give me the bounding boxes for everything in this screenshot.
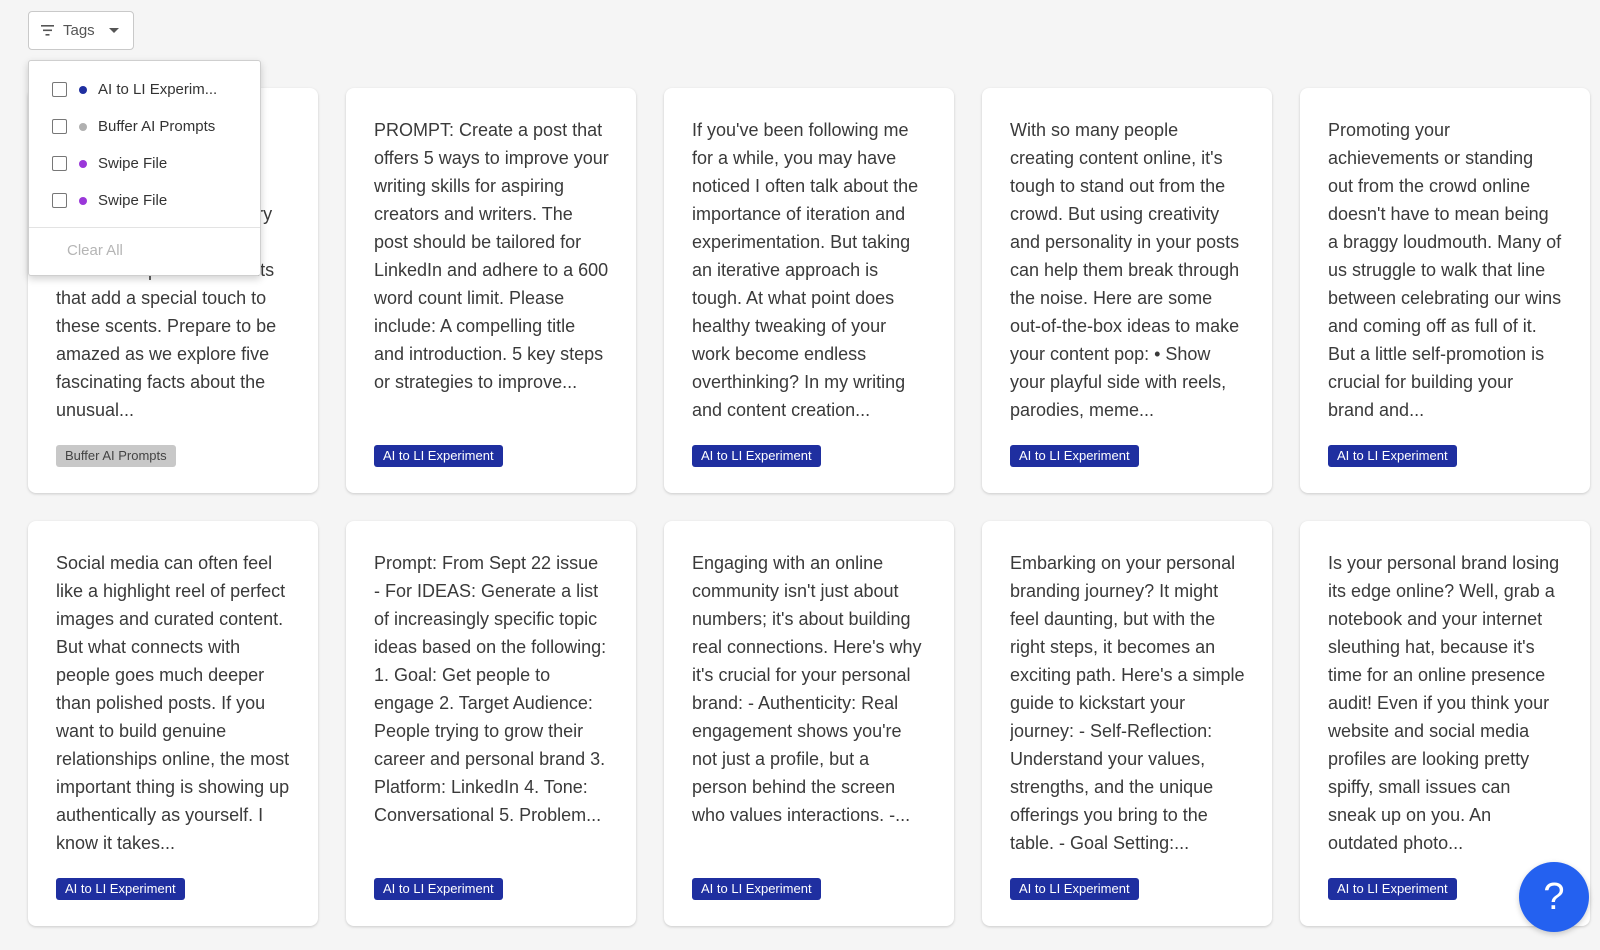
tag-checkbox[interactable] <box>52 156 67 171</box>
tag-checkbox[interactable] <box>52 119 67 134</box>
question-mark-icon: ? <box>1543 875 1565 918</box>
card-tag: Buffer AI Prompts <box>56 445 176 467</box>
content-card[interactable]: Social media can often feel like a highl… <box>28 521 318 926</box>
help-button[interactable]: ? <box>1519 862 1589 932</box>
tags-dropdown-menu: AI to LI Experim... Buffer AI Prompts Sw… <box>28 60 261 276</box>
tag-color-dot <box>79 159 87 168</box>
tags-filter-label: Tags <box>63 22 95 39</box>
card-grid: Fragrances tell stories. Discover the in… <box>28 88 1590 926</box>
card-tag: AI to LI Experiment <box>56 878 185 900</box>
tag-option-ai-to-li[interactable]: AI to LI Experim... <box>29 71 260 108</box>
tag-checkbox[interactable] <box>52 82 67 97</box>
content-library-page: Tags Fragrances tell stories. Discover t… <box>0 0 1600 950</box>
tags-filter-button[interactable]: Tags <box>28 11 134 50</box>
card-text: PROMPT: Create a post that offers 5 ways… <box>374 120 609 392</box>
tag-option-label: AI to LI Experim... <box>98 81 218 98</box>
tag-checkbox[interactable] <box>52 193 67 208</box>
card-tag: AI to LI Experiment <box>1328 445 1457 467</box>
filter-icon <box>41 25 54 36</box>
tag-option-label: Buffer AI Prompts <box>98 118 216 135</box>
card-text: Engaging with an online community isn't … <box>692 553 922 825</box>
card-text: Is your personal brand losing its edge o… <box>1328 553 1560 853</box>
card-text: Social media can often feel like a highl… <box>56 553 290 853</box>
content-card[interactable]: Promoting your achievements or standing … <box>1300 88 1590 493</box>
card-tag: AI to LI Experiment <box>374 878 503 900</box>
dropdown-divider <box>29 227 260 228</box>
content-card[interactable]: If you've been following me for a while,… <box>664 88 954 493</box>
tag-option-buffer-ai-prompts[interactable]: Buffer AI Prompts <box>29 108 260 145</box>
card-tag: AI to LI Experiment <box>692 445 821 467</box>
card-tag: AI to LI Experiment <box>374 445 503 467</box>
caret-down-icon <box>108 28 119 33</box>
content-card[interactable]: Prompt: From Sept 22 issue - For IDEAS: … <box>346 521 636 926</box>
card-tag: AI to LI Experiment <box>1010 445 1139 467</box>
card-text: Prompt: From Sept 22 issue - For IDEAS: … <box>374 553 607 825</box>
content-card[interactable]: Engaging with an online community isn't … <box>664 521 954 926</box>
tag-option-label: Swipe File <box>98 155 168 172</box>
card-text: Promoting your achievements or standing … <box>1328 120 1562 420</box>
tag-option-swipe-file[interactable]: Swipe File <box>29 145 260 182</box>
card-tag: AI to LI Experiment <box>1328 878 1457 900</box>
card-text: If you've been following me for a while,… <box>692 120 919 420</box>
content-card[interactable]: Embarking on your personal branding jour… <box>982 521 1272 926</box>
clear-all-button[interactable]: Clear All <box>67 242 260 259</box>
tag-option-swipe-file-2[interactable]: Swipe File <box>29 182 260 219</box>
tag-option-label: Swipe File <box>98 192 168 209</box>
tag-color-dot <box>79 196 87 205</box>
content-card[interactable]: PROMPT: Create a post that offers 5 ways… <box>346 88 636 493</box>
tag-color-dot <box>79 85 87 94</box>
tag-color-dot <box>79 122 87 131</box>
card-tag: AI to LI Experiment <box>1010 878 1139 900</box>
card-tag: AI to LI Experiment <box>692 878 821 900</box>
content-card[interactable]: With so many people creating content onl… <box>982 88 1272 493</box>
card-text: With so many people creating content onl… <box>1010 120 1240 420</box>
card-text: Embarking on your personal branding jour… <box>1010 553 1245 853</box>
